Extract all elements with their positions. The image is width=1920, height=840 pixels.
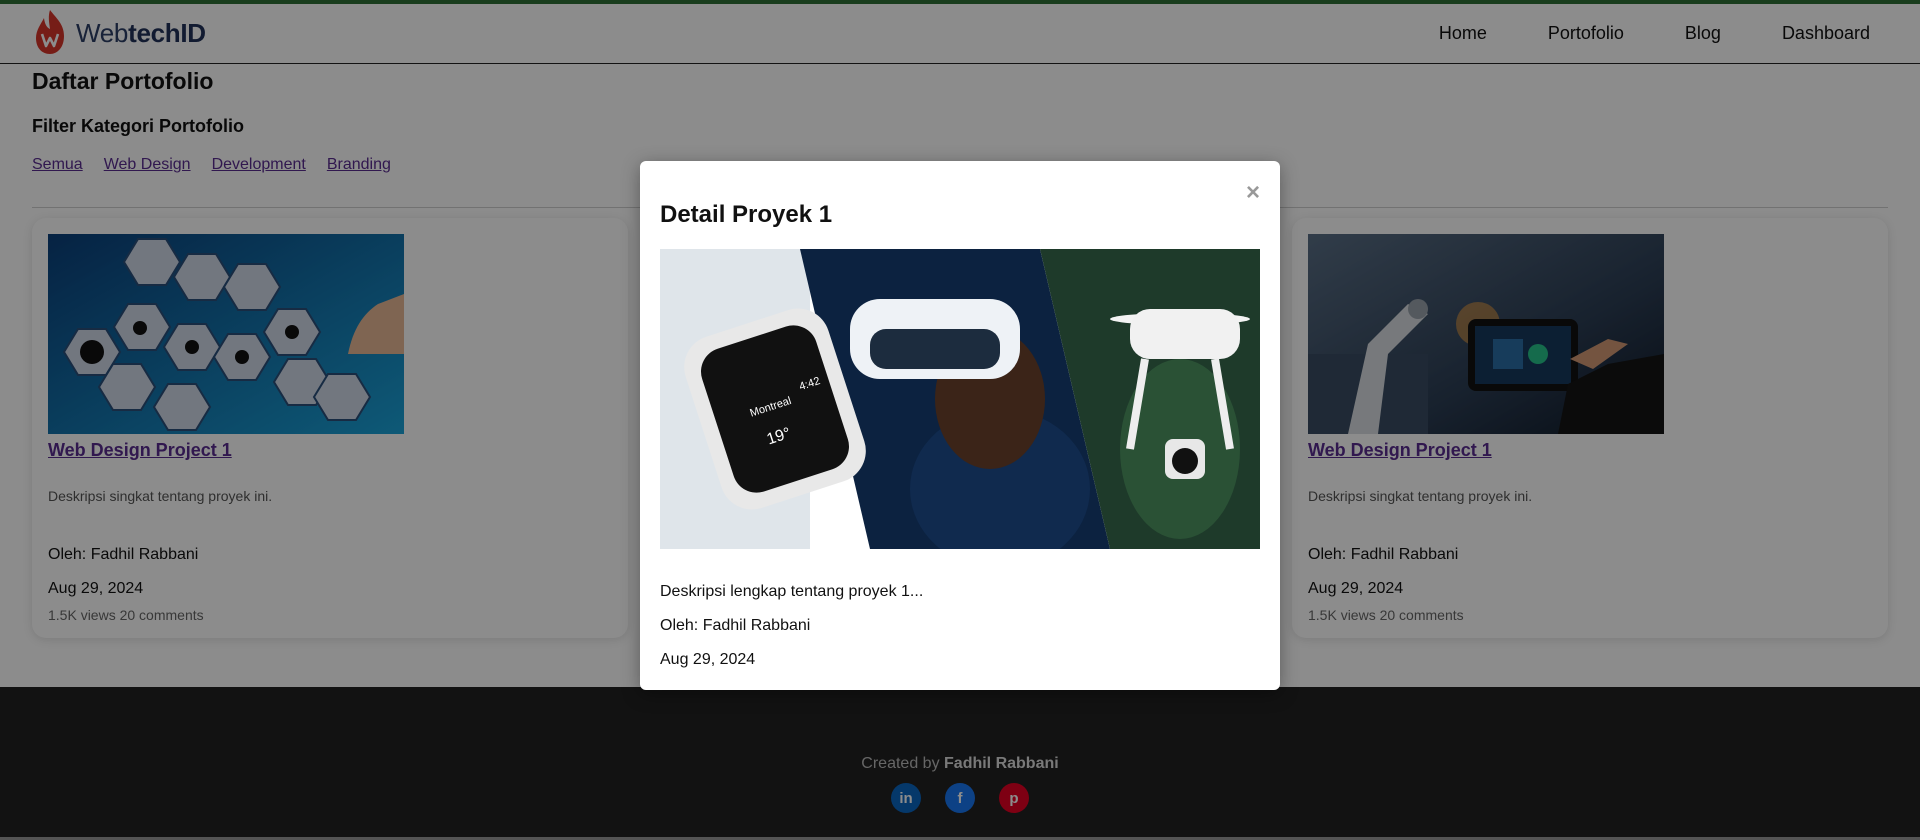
- project-detail-modal: × Detail Proyek 1 Montreal 4:42 19° Desk…: [640, 161, 1280, 690]
- modal-project-image: Montreal 4:42 19°: [660, 249, 1260, 549]
- modal-author: Oleh: Fadhil Rabbani: [660, 617, 811, 634]
- modal-date: Aug 29, 2024: [660, 651, 756, 668]
- modal-description: Deskripsi lengkap tentang proyek 1...: [660, 583, 924, 600]
- close-icon[interactable]: ×: [1246, 181, 1260, 205]
- modal-title: Detail Proyek 1: [660, 201, 833, 228]
